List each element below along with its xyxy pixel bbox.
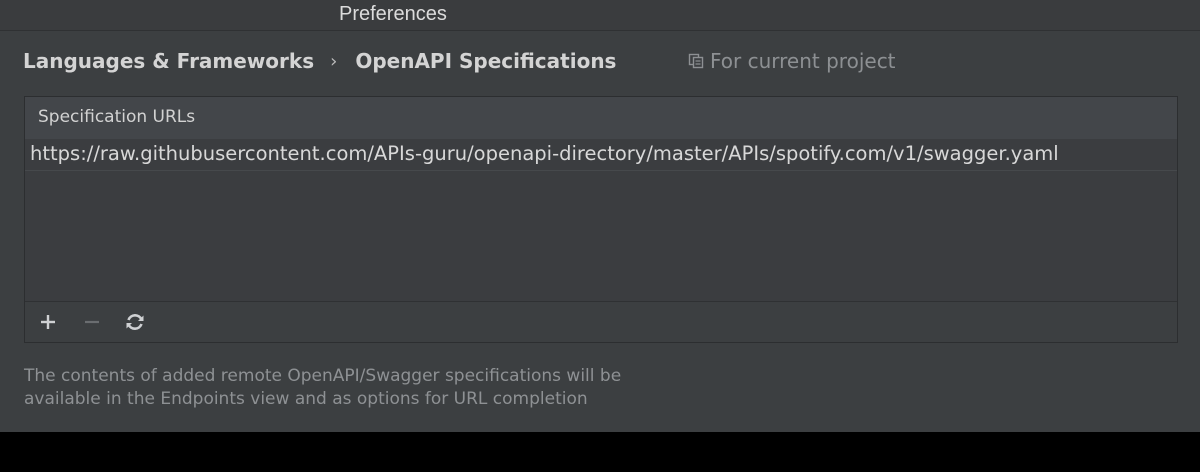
url-list-empty-area[interactable] (25, 171, 1177, 301)
panel-header-label: Specification URLs (38, 107, 196, 127)
refresh-button[interactable] (123, 310, 147, 334)
copy-icon (688, 53, 704, 69)
help-text-line-2: available in the Endpoints view and as o… (24, 389, 588, 409)
breadcrumb-separator: › (330, 50, 338, 72)
url-toolbar (25, 301, 1177, 342)
remove-button[interactable] (80, 310, 104, 334)
minus-icon (85, 320, 99, 324)
refresh-icon (126, 314, 144, 330)
add-button[interactable] (36, 310, 60, 334)
scope-indicator: For current project (688, 46, 896, 76)
help-text-line-1: The contents of added remote OpenAPI/Swa… (24, 366, 622, 386)
breadcrumb: Languages & Frameworks › OpenAPI Specifi… (23, 46, 616, 76)
scope-label: For current project (710, 49, 896, 73)
plus-icon (41, 315, 55, 329)
panel-header: Specification URLs (25, 97, 1177, 140)
url-text: https://raw.githubusercontent.com/APIs-g… (30, 142, 1059, 165)
breadcrumb-item-languages-frameworks[interactable]: Languages & Frameworks (23, 49, 314, 73)
title-bar: Preferences (0, 0, 1200, 31)
breadcrumb-item-openapi-specifications: OpenAPI Specifications (355, 49, 617, 73)
help-text: The contents of added remote OpenAPI/Swa… (24, 365, 621, 411)
preferences-window: Preferences Languages & Frameworks › Ope… (0, 0, 1200, 432)
window-title: Preferences (339, 3, 447, 25)
url-list-item[interactable]: https://raw.githubusercontent.com/APIs-g… (25, 139, 1177, 171)
specification-urls-panel: Specification URLs https://raw.githubuse… (24, 96, 1178, 343)
